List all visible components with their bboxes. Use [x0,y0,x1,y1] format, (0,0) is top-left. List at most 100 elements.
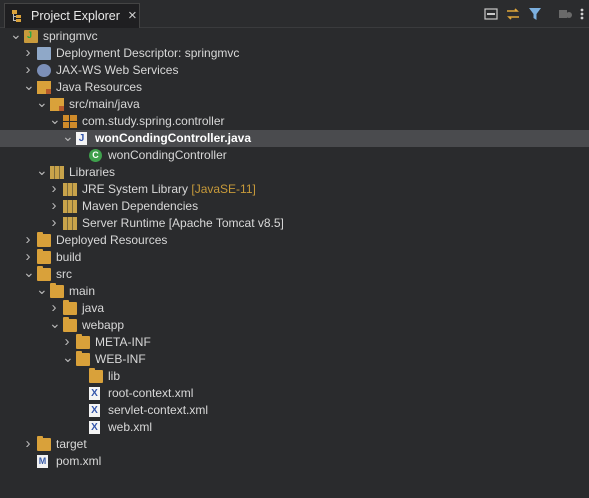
tree-item-label: com.study.spring.controller [82,114,225,128]
tree-item[interactable]: Xservlet-context.xml [0,402,589,419]
tree-item[interactable]: CwonCondingController [0,147,589,164]
folder-icon [37,266,51,281]
tree-item[interactable]: ⌄ Libraries [0,163,589,181]
xml-file-icon: X [89,421,100,434]
tree-item-label: java [82,301,105,315]
tree-item[interactable]: › build [0,249,589,266]
tree-item[interactable]: › JRE System Library [JavaSE-11] [0,181,589,198]
tree-item-label: lib [108,369,121,383]
folder-icon [63,300,77,315]
chevron-right-icon[interactable]: › [23,249,33,264]
chevron-right-icon[interactable]: › [23,62,33,77]
project-explorer-icon [11,9,25,23]
tree-item-label: META-INF [95,335,151,349]
folder-icon [37,436,51,451]
chevron-right-icon[interactable]: › [23,45,33,60]
tree-item-label: Server Runtime [Apache Tomcat v8.5] [82,216,284,230]
chevron-right-icon[interactable]: › [49,300,59,315]
project-icon [24,30,38,43]
chevron-down-icon[interactable]: ⌄ [23,265,35,279]
link-with-editor-icon[interactable] [505,6,521,22]
source-folder-icon [50,98,64,111]
view-title-bar: Project Explorer × [0,0,589,28]
focus-icon[interactable] [557,6,573,22]
tree-item[interactable]: › java [0,300,589,317]
tree-item[interactable]: ⌄ Java Resources [0,78,589,96]
tree-item[interactable]: Xroot-context.xml [0,385,589,402]
tree-item-label: servlet-context.xml [108,403,209,417]
tree-item[interactable]: ⌄ WEB-INF [0,350,589,368]
chevron-down-icon[interactable]: ⌄ [10,27,22,41]
library-icon [63,217,77,230]
chevron-right-icon[interactable]: › [49,198,59,213]
tree-item-label: wonCondingController [108,148,227,162]
tree-item-label: pom.xml [56,454,102,468]
tree-item-decoration: [JavaSE-11] [188,182,256,196]
chevron-down-icon[interactable]: ⌄ [36,95,48,109]
folder-icon [37,249,51,264]
tree-item-label: web.xml [108,420,153,434]
chevron-right-icon[interactable]: › [23,232,33,247]
chevron-down-icon[interactable]: ⌄ [36,282,48,296]
chevron-down-icon[interactable]: ⌄ [49,112,61,126]
tree-item[interactable]: ⌄ src/main/java [0,95,589,113]
folder-icon [63,317,77,332]
libraries-icon [50,166,64,179]
close-icon[interactable]: × [128,8,137,23]
tree-item[interactable]: › Maven Dependencies [0,198,589,215]
view-title: Project Explorer [31,9,120,23]
tree-item[interactable]: › Deployment Descriptor: springmvc [0,45,589,62]
project-explorer-tab[interactable]: Project Explorer × [4,3,140,28]
tree-item[interactable]: ⌄ springmvc [0,27,589,45]
folder-icon [89,368,103,383]
folder-icon [37,232,51,247]
tree-item[interactable]: ⌄ JwonCondingController.java [0,129,589,147]
collapse-all-icon[interactable] [483,6,499,22]
library-icon [63,183,77,196]
tree-item[interactable]: lib [0,368,589,385]
folder-icon [76,351,90,366]
chevron-right-icon[interactable]: › [62,334,72,349]
folder-icon [76,334,90,349]
tree-item[interactable]: ⌄ webapp [0,316,589,334]
tree-item[interactable]: › target [0,436,589,453]
tree-item-label: Deployment Descriptor: springmvc [56,46,240,60]
tree-item-label: JRE System Library [JavaSE-11] [82,182,256,196]
tree-item-label: wonCondingController.java [95,131,252,145]
tree-item[interactable]: ⌄ main [0,282,589,300]
xml-file-icon: X [89,404,100,417]
tree-item-label: main [69,284,96,298]
xml-file-icon: X [89,387,100,400]
chevron-right-icon[interactable]: › [49,215,59,230]
chevron-down-icon[interactable]: ⌄ [62,350,74,364]
tree-item[interactable]: › Server Runtime [Apache Tomcat v8.5] [0,215,589,232]
java-resources-icon [37,81,51,94]
folder-icon [50,283,64,298]
chevron-right-icon[interactable]: › [49,181,59,196]
tree-item-label: Libraries [69,165,116,179]
view-toolbar [483,6,585,22]
tree-item[interactable]: › META-INF [0,334,589,351]
tree-item[interactable]: ⌄ src [0,265,589,283]
package-icon [63,115,77,128]
tree-item-label: springmvc [43,29,98,43]
tree-item-label: webapp [82,318,125,332]
web-services-icon [37,64,51,77]
library-icon [63,200,77,213]
tree-item[interactable]: Mpom.xml [0,453,589,470]
chevron-down-icon[interactable]: ⌄ [49,316,61,330]
chevron-right-icon[interactable]: › [23,436,33,451]
chevron-down-icon[interactable]: ⌄ [23,78,35,92]
tree-item-label: build [56,250,82,264]
view-menu-icon[interactable] [579,6,585,22]
filter-icon[interactable] [527,6,543,22]
tree-item[interactable]: Xweb.xml [0,419,589,436]
tree-item[interactable]: › JAX-WS Web Services [0,62,589,79]
chevron-down-icon[interactable]: ⌄ [62,129,74,143]
deployment-descriptor-icon [37,47,51,60]
class-icon: C [89,149,102,162]
tree-item[interactable]: ⌄ com.study.spring.controller [0,112,589,130]
tree-item[interactable]: › Deployed Resources [0,232,589,249]
chevron-down-icon[interactable]: ⌄ [36,163,48,177]
tree-item-label: Deployed Resources [56,233,168,247]
